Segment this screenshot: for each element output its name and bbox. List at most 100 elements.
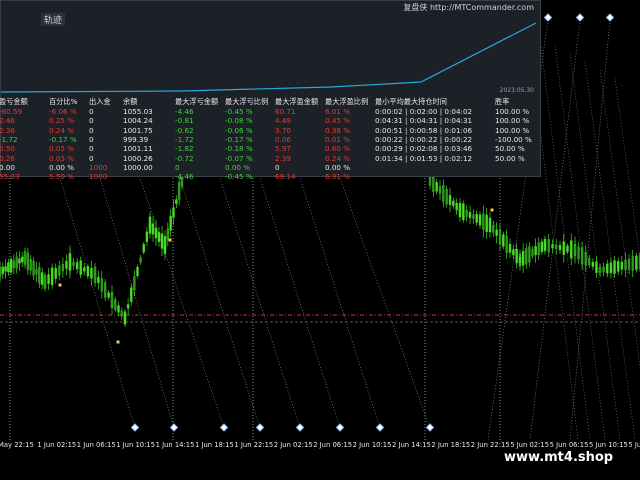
column-header: 最大浮亏金额: [175, 97, 219, 106]
candle: [502, 234, 505, 247]
candle: [573, 245, 577, 255]
table-cell: 0.26: [0, 153, 16, 163]
column-header: 最大浮盈比例: [325, 97, 369, 106]
candle: [616, 261, 620, 272]
candle: [528, 246, 531, 263]
time-label: 1 Jun 10:15: [116, 441, 156, 449]
candle: [47, 274, 50, 285]
candle: [613, 260, 616, 274]
candle: [537, 242, 540, 256]
candle: [468, 212, 472, 218]
table-cell: -1.82: [175, 144, 194, 154]
table-cell: -0.72: [175, 153, 194, 163]
table-cell: -4.46: [175, 172, 194, 182]
candle: [40, 272, 44, 285]
candle: [61, 264, 65, 272]
candle: [442, 184, 445, 202]
table-cell: -0.08 %: [225, 116, 253, 126]
candle: [635, 255, 638, 270]
candle: [50, 267, 54, 285]
candle: [584, 251, 587, 266]
candle: [606, 263, 609, 274]
candle: [172, 207, 175, 218]
table-cell: 0:04:31 | 0:04:31 | 0:04:31: [375, 116, 473, 126]
candle: [609, 262, 613, 274]
table-cell: 0.00 %: [225, 162, 251, 172]
candle: [580, 247, 584, 265]
time-label: 5 Ju: [628, 441, 640, 449]
candle: [475, 213, 478, 223]
table-cell: 69.14: [275, 172, 296, 182]
table-cell: 0:00:22 | 0:00:22 | 0:00:22: [375, 134, 473, 144]
candle: [169, 216, 172, 231]
table-cell: 0: [89, 144, 94, 154]
candle: [72, 261, 75, 267]
table-cell: -4.46: [175, 107, 194, 116]
table-cell: 0:01:34 | 0:01:53 | 0:02:12: [375, 153, 473, 163]
candle: [518, 257, 522, 263]
candle: [508, 243, 512, 253]
candle: [495, 229, 498, 236]
table-cell: 0: [89, 153, 94, 163]
table-cell: 2.39: [275, 153, 292, 163]
table-row: 2.36 0.24 % 0 1001.75 -0.62 -0.06 % 3.70 0.38 %…: [0, 125, 542, 135]
time-label: 5 Jun 10:15: [589, 441, 628, 449]
table-cell: 1001.11: [123, 144, 153, 154]
candle: [21, 256, 24, 263]
table-cell: 1000.26: [123, 153, 153, 163]
candle: [136, 266, 139, 277]
table-cell: 0.00 %: [49, 162, 75, 172]
candle: [68, 254, 72, 270]
candle: [515, 248, 518, 264]
table-cell: 0: [275, 162, 280, 172]
candle: [130, 287, 133, 302]
table-cell: 0.00 %: [325, 162, 351, 172]
table-cell: 0: [89, 116, 94, 126]
candle: [100, 278, 103, 292]
candle: [566, 245, 569, 252]
candle: [602, 266, 605, 273]
candle: [58, 265, 61, 276]
table-cell: 4.49: [275, 116, 292, 126]
time-label: 1 Jun 02:15: [37, 441, 77, 449]
table-cell: 1001.75: [123, 125, 153, 135]
candle: [7, 262, 10, 273]
column-header: 胜率: [495, 97, 510, 106]
table-cell: 6.91 %: [325, 172, 351, 182]
candle: [86, 266, 90, 277]
candle: [505, 235, 508, 254]
candle: [117, 305, 120, 313]
candle: [521, 250, 525, 266]
candle: [512, 249, 515, 256]
table-row: -1.72 -0.17 % 0 999.39 -1.72 -0.17 % 0.06 0.01 …: [0, 134, 542, 144]
table-cell: 1000.00: [123, 162, 153, 172]
table-cell: -0.07 %: [225, 153, 253, 163]
time-label: 1 Jun 22:15: [234, 441, 274, 449]
candle: [577, 246, 580, 260]
table-cell: 0.03 %: [49, 153, 75, 163]
candle: [32, 260, 35, 276]
candle: [540, 241, 544, 253]
table-cell: 0.01 %: [325, 134, 351, 144]
candle: [43, 276, 47, 288]
candle: [110, 294, 114, 306]
time-label: 2 Jun 02:15: [273, 441, 313, 449]
candle: [598, 266, 602, 274]
candle: [631, 255, 634, 271]
table-header: 盈亏金额 百分比% 出入金 余额 最大浮亏金额 最大浮亏比例 最大浮盈金额 最大浮盈比例 最小平…: [0, 97, 542, 106]
candle: [133, 276, 136, 291]
candle: [488, 217, 492, 233]
table-cell: 100.00 %: [495, 125, 530, 135]
candle: [23, 251, 27, 265]
table-row: -60.59 -6.06 % 0 1055.03 -4.46 -0.45 % 60.71 6.…: [0, 107, 542, 116]
table-cell: 1055.03: [123, 107, 153, 116]
candle: [154, 227, 158, 239]
time-label: 2 Jun 10:15: [352, 441, 392, 449]
candle: [93, 266, 97, 284]
table-cell: 100.00 %: [495, 107, 530, 116]
candle: [65, 260, 68, 269]
candle: [107, 292, 110, 298]
candle: [177, 181, 181, 200]
table-cell: -0.18 %: [225, 144, 253, 154]
table-cell: 55.03: [0, 172, 20, 182]
